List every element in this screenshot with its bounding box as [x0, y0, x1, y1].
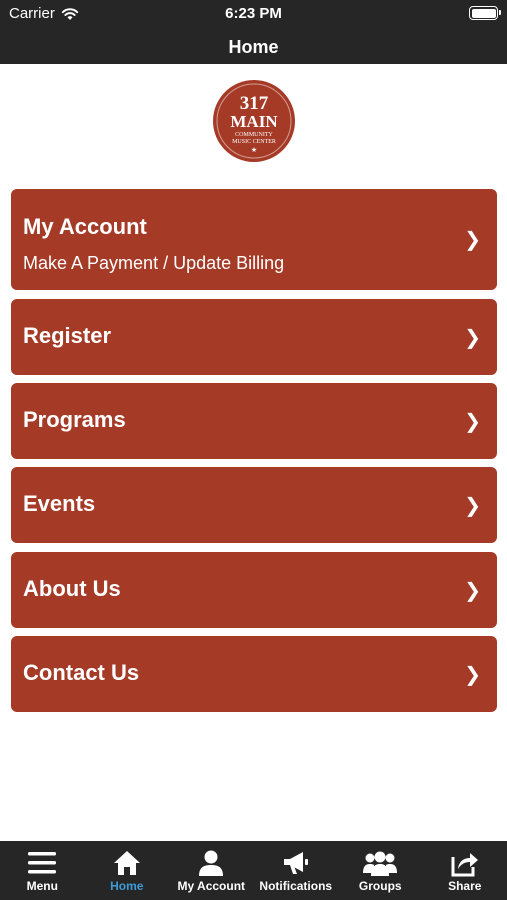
logo-line2: MUSIC CENTER [232, 139, 276, 145]
menu-item-label: Register [23, 323, 112, 348]
battery-fill [471, 8, 496, 18]
status-time: 6:23 PM [225, 5, 282, 22]
nav-bar: Home [0, 30, 507, 64]
chevron-right-icon: ❯ [464, 229, 481, 251]
menu-item-label: Contact Us [23, 660, 140, 685]
menu-item-label: Programs [23, 407, 126, 432]
tab-my-account[interactable]: My Account [169, 841, 254, 900]
megaphone-icon [283, 852, 308, 874]
menu-item-my-account[interactable]: My Account Make A Payment / Update Billi… [11, 189, 497, 290]
menu-item-label: About Us [23, 576, 121, 601]
menu-item-label: Events [23, 491, 96, 516]
group-icon [363, 851, 398, 876]
user-icon [199, 850, 224, 876]
tab-menu[interactable]: Menu [0, 841, 85, 900]
logo-star-icon: ★ [251, 146, 257, 154]
chevron-right-icon: ❯ [464, 580, 481, 602]
menu-item-programs[interactable]: Programs ❯ [11, 383, 497, 459]
chevron-right-icon: ❯ [464, 664, 481, 686]
tab-label: My Account [177, 879, 246, 893]
tab-bar: Menu Home My Account Notifications Group… [0, 841, 507, 900]
logo-number: 317 [240, 93, 269, 114]
menu-item-about-us[interactable]: About Us ❯ [11, 552, 497, 628]
tab-label: Home [110, 879, 144, 893]
chevron-right-icon: ❯ [464, 327, 481, 349]
menu-item-label: My Account [23, 214, 147, 239]
share-icon [451, 853, 478, 877]
menu-item-sublabel: Make A Payment / Update Billing [23, 253, 285, 273]
tab-groups[interactable]: Groups [338, 841, 423, 900]
menu-item-contact-us[interactable]: Contact Us ❯ [11, 636, 497, 712]
tab-share[interactable]: Share [423, 841, 507, 900]
menu-item-events[interactable]: Events ❯ [11, 467, 497, 543]
tab-label: Menu [26, 879, 58, 893]
logo-word: MAIN [230, 112, 278, 131]
logo: 317 MAIN COMMUNITY MUSIC CENTER ★ [213, 80, 295, 162]
tab-notifications[interactable]: Notifications [254, 841, 339, 900]
logo-line1: COMMUNITY [235, 132, 273, 138]
home-icon [113, 851, 140, 875]
tab-label: Share [448, 879, 482, 893]
tab-label: Notifications [259, 879, 333, 893]
chevron-right-icon: ❯ [464, 495, 481, 517]
hamburger-icon [28, 852, 57, 874]
menu-item-register[interactable]: Register ❯ [11, 299, 497, 375]
battery-icon [469, 6, 501, 20]
tab-home[interactable]: Home [85, 841, 170, 900]
page-title: Home [228, 37, 279, 57]
tab-label: Groups [358, 879, 402, 893]
status-bar: Carrier 6:23 PM [0, 0, 507, 30]
chevron-right-icon: ❯ [464, 411, 481, 433]
